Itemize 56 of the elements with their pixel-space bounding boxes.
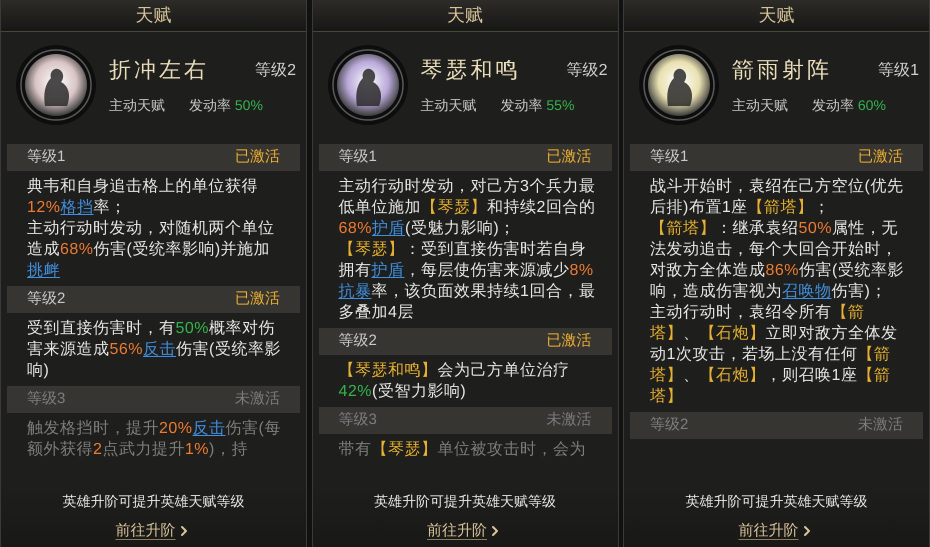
upgrade-hint: 英雄升阶可提升英雄天赋等级 xyxy=(374,492,556,511)
upgrade-link[interactable]: 前往升阶 xyxy=(116,520,192,542)
level-status: 已激活 xyxy=(546,331,592,352)
talent-description: 【琴瑟】：受到直接伤害时若自身拥有护盾，每层使伤害来源减少8% 抗暴率，该负面效果持续1回合，最多叠加4层 xyxy=(338,240,596,323)
level-label: 等级2 xyxy=(650,415,688,436)
panel-title: 天赋 xyxy=(447,4,483,28)
keyword-link[interactable]: 护盾 xyxy=(372,220,406,237)
level-label: 等级2 xyxy=(338,331,377,352)
talent-description: 触发格挡时，提升20%反击伤害(每额外获得2点武力提升1%)，持 xyxy=(27,418,282,460)
talent-description: 典韦和自身追击格上的单位获得 12%格挡率； xyxy=(27,176,259,218)
level-label: 等级3 xyxy=(338,410,377,430)
keyword-link[interactable]: 反击 xyxy=(143,341,176,358)
upgrade-hint: 英雄升阶可提升英雄天赋等级 xyxy=(686,492,868,511)
talent-description: 【琴瑟和鸣】会为己方单位治疗 42%(受智力影响) xyxy=(338,360,570,402)
talent-name: 琴瑟和鸣 xyxy=(420,57,520,85)
talent-level: 等级2 xyxy=(255,60,296,80)
upgrade-hint: 英雄升阶可提升英雄天赋等级 xyxy=(62,492,244,511)
talent-description: 战斗开始时，袁绍在己方空位(优先后排)布置1座【箭塔】； xyxy=(650,176,904,218)
panel-title: 天赋 xyxy=(758,4,794,28)
level-status: 未激活 xyxy=(858,415,903,436)
talent-description: 主动行动时发动，对己方3个兵力最低单位施加【琴瑟】和持续2回合的 68%护盾(受魅力影响)； xyxy=(338,176,596,239)
trigger-rate: 发动率 50% xyxy=(189,96,263,115)
keyword-link[interactable]: 抗暴 xyxy=(338,283,372,300)
talent-level: 等级1 xyxy=(878,60,919,80)
upgrade-link[interactable]: 前往升阶 xyxy=(427,520,503,542)
level-status: 未激活 xyxy=(235,389,280,410)
upgrade-link[interactable]: 前往升阶 xyxy=(738,520,814,542)
level-status: 已激活 xyxy=(858,147,903,168)
talent-name: 箭雨射阵 xyxy=(732,57,832,85)
keyword-link[interactable]: 护盾 xyxy=(372,262,404,279)
level-label: 等级3 xyxy=(27,389,66,410)
panel-title: 天赋 xyxy=(136,4,172,28)
level-status: 已激活 xyxy=(235,147,280,168)
talent-description: 主动行动时，袁绍令所有【箭塔】、【石炮】立即对敌方全体发动1次攻击，若场上没有任何【箭塔】、【石炮】，则召唤1座【箭塔】 xyxy=(650,302,898,407)
talent-description: 带有【琴瑟】单位被攻击时，会为 xyxy=(338,440,587,460)
level-status: 未激活 xyxy=(546,410,592,430)
keyword-link[interactable]: 挑衅 xyxy=(27,262,60,279)
talent-type: 主动天赋 xyxy=(420,96,476,115)
level-label: 等级1 xyxy=(650,147,688,168)
level-status: 已激活 xyxy=(235,289,280,310)
level-label: 等级1 xyxy=(27,147,66,168)
trigger-rate: 发动率 55% xyxy=(500,96,574,115)
talent-description: 【箭塔】：继承袁绍50%属性，无法发动追击，每个大回合开始时，对敌方全体造成86%伤害(受统率影响，造成伤害视为召唤物伤害)； xyxy=(650,218,905,302)
talent-level: 等级2 xyxy=(566,60,608,80)
talent-description: 主动行动时发动，对随机两个单位造成68%伤害(受统率影响)并施加 挑衅 xyxy=(27,218,276,281)
keyword-link[interactable]: 召唤物 xyxy=(782,283,832,300)
talent-type: 主动天赋 xyxy=(732,96,788,115)
level-status: 已激活 xyxy=(546,147,592,168)
level-label: 等级1 xyxy=(338,147,377,168)
talent-description: 受到直接伤害时，有50%概率对伤害来源造成56%反击伤害(受统率影响) xyxy=(27,318,282,381)
trigger-rate: 发动率 60% xyxy=(812,96,886,115)
level-label: 等级2 xyxy=(27,289,66,310)
talent-name: 折冲左右 xyxy=(109,57,209,85)
keyword-link[interactable]: 反击 xyxy=(192,420,226,437)
talent-type: 主动天赋 xyxy=(109,96,165,115)
keyword-link[interactable]: 格挡 xyxy=(60,199,94,216)
